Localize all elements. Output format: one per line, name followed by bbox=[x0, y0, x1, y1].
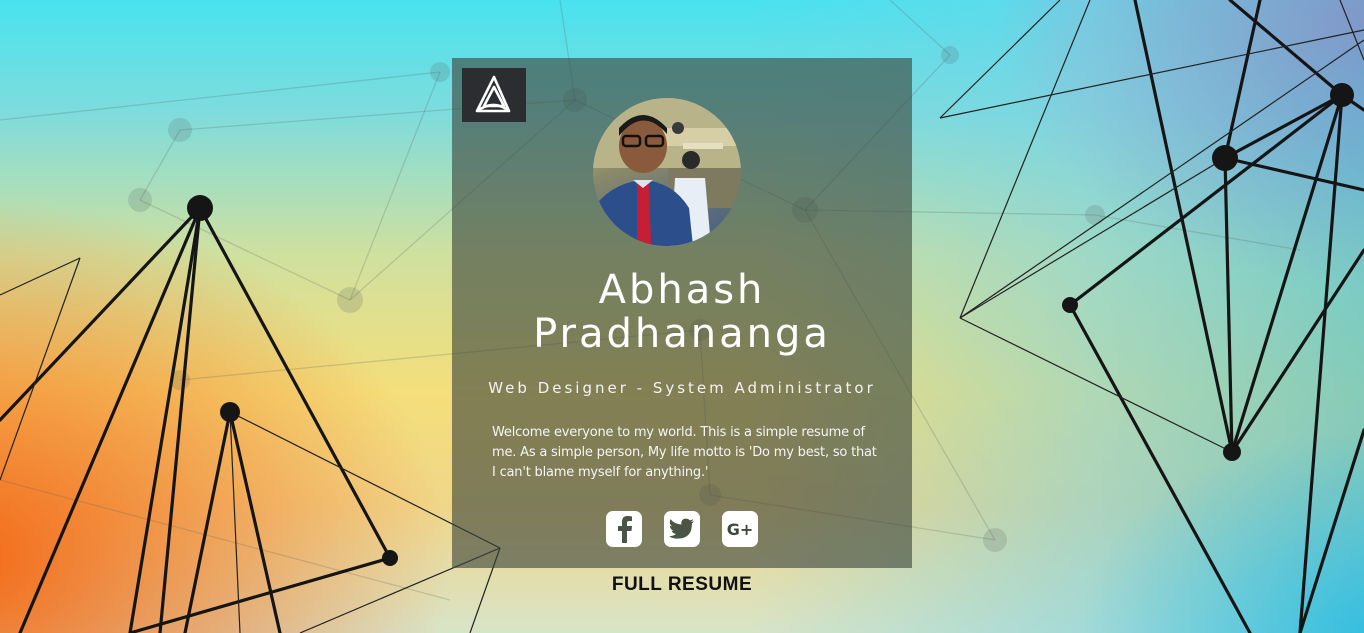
twitter-link[interactable] bbox=[664, 511, 700, 547]
google-plus-icon: G+ bbox=[726, 519, 754, 539]
profile-photo-image bbox=[593, 98, 741, 246]
social-links: G+ bbox=[452, 511, 912, 551]
profile-card: Abhash Pradhananga Web Designer - System… bbox=[452, 58, 912, 568]
twitter-icon bbox=[669, 518, 694, 539]
profile-name-last: Pradhananga bbox=[533, 311, 831, 357]
triangle-knot-logo-icon bbox=[475, 75, 511, 113]
facebook-icon bbox=[618, 516, 632, 543]
brand-logo[interactable] bbox=[462, 68, 526, 122]
facebook-link[interactable] bbox=[606, 511, 642, 547]
full-resume-link[interactable]: FULL RESUME bbox=[582, 574, 782, 596]
avatar bbox=[593, 98, 741, 246]
profile-name-first: Abhash bbox=[598, 267, 766, 313]
google-plus-link[interactable]: G+ bbox=[722, 511, 758, 547]
profile-name: Abhash Pradhananga bbox=[452, 268, 912, 356]
profile-role: Web Designer - System Administrator bbox=[488, 379, 876, 397]
profile-bio: Welcome everyone to my world. This is a … bbox=[492, 425, 877, 480]
